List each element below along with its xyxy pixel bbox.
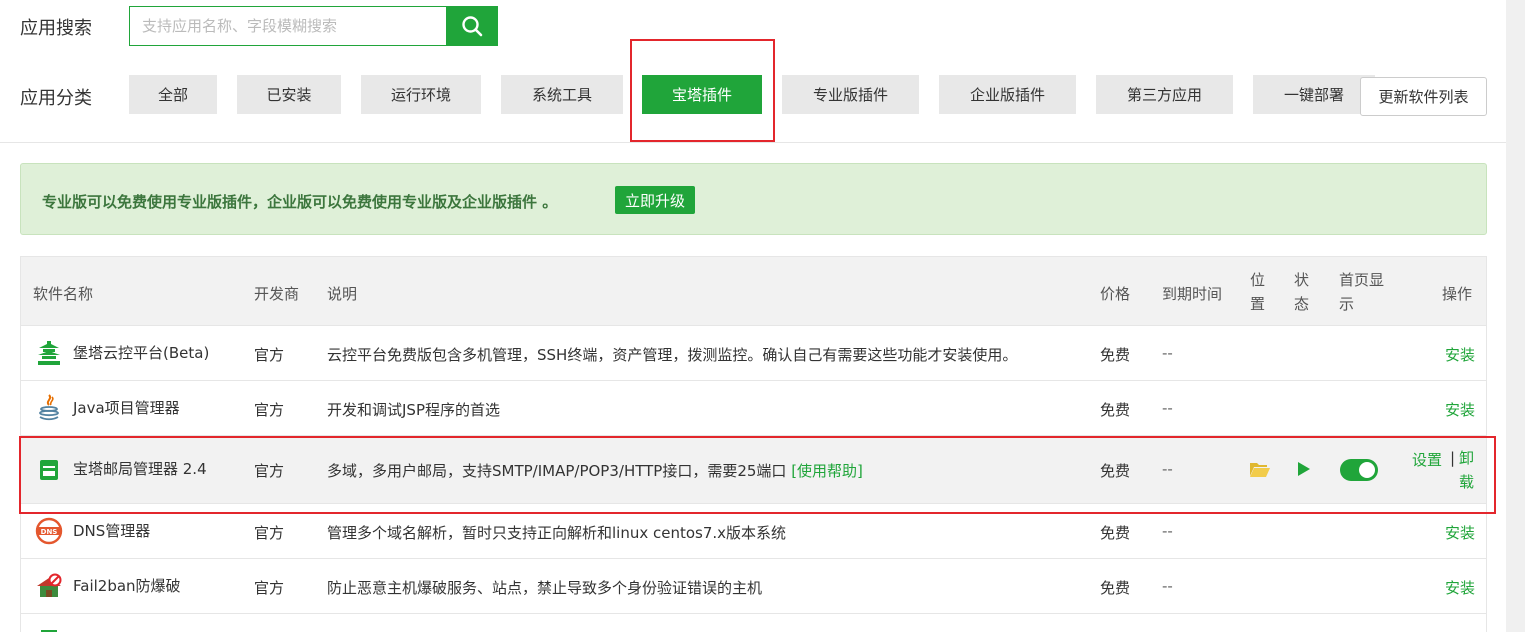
software-developer: 官方 xyxy=(254,524,285,542)
software-name: 宝塔邮局管理器 2.4 xyxy=(73,460,207,478)
settings-link[interactable]: 设置 xyxy=(1412,449,1442,470)
pagoda-icon xyxy=(38,341,60,365)
software-developer: 官方 xyxy=(254,346,285,364)
software-expire: -- xyxy=(1162,577,1173,595)
upgrade-notice: 专业版可以免费使用专业版插件，企业版可以免费使用专业版及企业版插件 。 立即升级 xyxy=(20,163,1487,235)
software-developer: 官方 xyxy=(254,579,285,597)
software-developer: 官方 xyxy=(254,401,285,419)
upgrade-now-button[interactable]: 立即升级 xyxy=(615,186,695,214)
software-desc: 开发和调试JSP程序的首选 xyxy=(327,401,500,419)
svg-text:DNS: DNS xyxy=(41,528,58,536)
software-expire: -- xyxy=(1162,344,1173,362)
refresh-software-list-button[interactable]: 更新软件列表 xyxy=(1360,77,1487,116)
install-link[interactable]: 安装 xyxy=(1445,344,1475,365)
header-expire: 到期时间 xyxy=(1162,285,1223,303)
software-name: 堡塔云控平台(Beta) xyxy=(73,344,210,362)
software-price: 免费 xyxy=(1100,524,1131,542)
fail2ban-icon xyxy=(37,573,62,597)
java-icon xyxy=(39,394,59,421)
software-name: Java项目管理器 xyxy=(73,399,180,417)
table-row: Fail2ban防爆破 官方 防止恶意主机爆破服务、站点，禁止导致多个身份验证错… xyxy=(21,559,1486,614)
software-price: 免费 xyxy=(1100,579,1131,597)
software-icon-partial xyxy=(41,630,57,632)
software-expire: -- xyxy=(1162,460,1173,478)
category-bt-plugins[interactable]: 宝塔插件 xyxy=(642,75,762,114)
install-link[interactable]: 安装 xyxy=(1445,399,1475,420)
category-runtime[interactable]: 运行环境 xyxy=(361,75,481,114)
header-desc: 说明 xyxy=(327,285,358,303)
install-link[interactable]: 安装 xyxy=(1445,577,1475,598)
header-divider xyxy=(0,142,1506,143)
toggle-knob xyxy=(1359,462,1375,478)
category-system-tools[interactable]: 系统工具 xyxy=(501,75,623,114)
home-display-toggle[interactable] xyxy=(1340,459,1378,481)
play-icon[interactable] xyxy=(1297,461,1311,477)
table-header: 软件名称 开发商 说明 价格 到期时间 位置 状态 首页显示 操作 xyxy=(21,257,1486,326)
software-price: 免费 xyxy=(1100,401,1131,419)
search-icon xyxy=(462,16,483,37)
software-desc: 防止恶意主机爆破服务、站点，禁止导致多个身份验证错误的主机 xyxy=(327,579,763,597)
software-expire: -- xyxy=(1162,399,1173,417)
software-desc: 云控平台免费版包含多机管理，SSH终端，资产管理，拨测监控。确认自己有需要这些功… xyxy=(327,346,1018,364)
install-link[interactable]: 安装 xyxy=(1445,522,1475,543)
software-price: 免费 xyxy=(1100,346,1131,364)
category-enterprise-plugins[interactable]: 企业版插件 xyxy=(939,75,1076,114)
table-row: Java项目管理器 官方 开发和调试JSP程序的首选 免费 -- 安装 xyxy=(21,381,1486,436)
software-price: 免费 xyxy=(1100,462,1131,480)
search-input[interactable] xyxy=(129,6,446,46)
software-table: 软件名称 开发商 说明 价格 到期时间 位置 状态 首页显示 操作 堡塔云控平台… xyxy=(20,256,1487,632)
software-desc: 多域，多用户邮局，支持SMTP/IMAP/POP3/HTTP接口，需要25端口 … xyxy=(327,462,863,480)
right-gutter xyxy=(1506,0,1525,632)
category-installed[interactable]: 已安装 xyxy=(237,75,341,114)
header-position: 位置 xyxy=(1250,271,1266,313)
software-store-panel: 应用搜索 应用分类 全部 已安装 运行环境 系统工具 宝塔插件 专业版插件 企业… xyxy=(0,0,1506,632)
header-status: 状态 xyxy=(1294,271,1310,313)
header-name: 软件名称 xyxy=(33,285,94,303)
dns-icon: DNS xyxy=(35,517,63,545)
software-expire: -- xyxy=(1162,522,1173,540)
header-ops: 操作 xyxy=(1442,285,1473,303)
category-pro-plugins[interactable]: 专业版插件 xyxy=(782,75,919,114)
table-row: DNS DNS管理器 官方 管理多个域名解析，暂时只支持正向解析和linux c… xyxy=(21,504,1486,559)
notice-text: 专业版可以免费使用专业版插件，企业版可以免费使用专业版及企业版插件 。 xyxy=(42,193,558,211)
software-desc: 管理多个域名解析，暂时只支持正向解析和linux centos7.x版本系统 xyxy=(327,524,787,542)
folder-open-icon[interactable] xyxy=(1249,460,1271,478)
category-third-party[interactable]: 第三方应用 xyxy=(1096,75,1233,114)
header-home-display: 首页显示 xyxy=(1339,271,1385,313)
category-one-click-deploy[interactable]: 一键部署 xyxy=(1253,75,1375,114)
mail-server-icon xyxy=(40,460,58,480)
search-button[interactable] xyxy=(446,6,498,46)
category-all[interactable]: 全部 xyxy=(129,75,217,114)
search-label: 应用搜索 xyxy=(20,18,92,39)
table-row: 宝塔邮局管理器 2.4 官方 多域，多用户邮局，支持SMTP/IMAP/POP3… xyxy=(21,436,1486,504)
header-price: 价格 xyxy=(1100,285,1131,303)
uninstall-link[interactable]: 卸载 xyxy=(1459,446,1474,494)
software-name: Fail2ban防爆破 xyxy=(73,577,181,595)
table-row-partial xyxy=(21,614,1486,632)
header-developer: 开发商 xyxy=(254,285,300,303)
software-name: DNS管理器 xyxy=(73,522,151,540)
software-developer: 官方 xyxy=(254,462,285,480)
category-label: 应用分类 xyxy=(20,88,92,109)
table-row: 堡塔云控平台(Beta) 官方 云控平台免费版包含多机管理，SSH终端，资产管理… xyxy=(21,326,1486,381)
usage-help-link[interactable]: [使用帮助] xyxy=(791,462,863,480)
ops-separator: | xyxy=(1450,449,1456,467)
